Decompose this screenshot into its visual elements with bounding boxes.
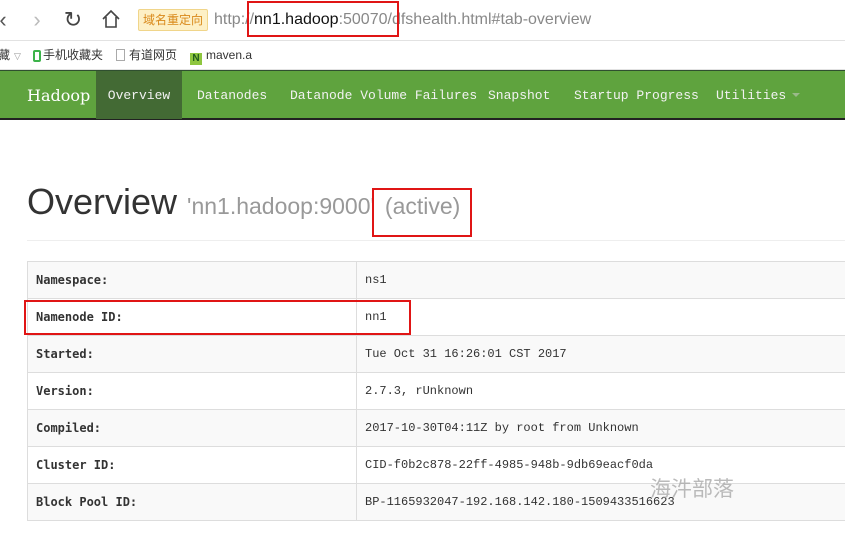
url-input[interactable]: http://nn1.hadoop:50070/dfshealth.html#t… [214, 9, 591, 31]
row-key: Compiled: [27, 409, 357, 447]
back-icon[interactable]: ‹ [0, 8, 12, 32]
bookmark-label: 手机收藏夹 [43, 48, 104, 62]
overview-table: Namespace: ns1 Namenode ID: nn1 Started: Tue … [27, 261, 845, 521]
row-key: Cluster ID: [27, 446, 357, 484]
caret-down-icon [792, 93, 801, 97]
tab-utilities-label: Utilities [716, 88, 787, 103]
bookmark-maven[interactable]: Nmaven.a [190, 41, 252, 69]
table-row: Cluster ID: CID-f0b2c878-22ff-4985-948b-9… [27, 446, 845, 484]
table-row: Compiled: 2017-10-30T04:11Z by root from … [27, 409, 845, 447]
row-value: Tue Oct 31 16:26:01 CST 2017 [356, 335, 845, 373]
chevron-down-icon: ▽ [14, 51, 21, 61]
row-value: 2.7.3, rUnknown [356, 372, 845, 410]
bookmark-favorites[interactable]: 藏 ▽ [0, 41, 21, 69]
bookmarks-bar: 藏 ▽ 手机收藏夹 有道网页 Nmaven.a [0, 41, 845, 70]
row-key: Started: [27, 335, 357, 373]
row-key: Namespace: [27, 261, 357, 299]
row-value: ns1 [356, 261, 845, 299]
bookmark-label: 藏 [0, 48, 11, 62]
row-value: nn1 [356, 298, 845, 336]
brand-logo[interactable]: Hadoop [27, 71, 90, 119]
page-title: Overview 'nn1.hadoop:9000' (active) [27, 182, 845, 226]
url-path: /dfshealth.html#tab-overview [387, 11, 592, 28]
row-value: BP-1165932047-192.168.142.180-1509433516… [356, 483, 845, 521]
row-key: Version: [27, 372, 357, 410]
bookmark-mobile[interactable]: 手机收藏夹 [33, 41, 103, 69]
namenode-host: 'nn1.hadoop:9000' [187, 193, 375, 219]
table-row: Namespace: ns1 [27, 261, 845, 299]
table-row: Namenode ID: nn1 [27, 298, 845, 336]
reload-icon[interactable]: ↻ [60, 8, 86, 32]
bookmark-label: 有道网页 [129, 48, 178, 62]
browser-address-bar: ‹ › ↻ 域名重定向 http://nn1.hadoop:50070/dfsh… [0, 0, 845, 41]
row-key: Namenode ID: [27, 298, 357, 336]
tab-startup-progress[interactable]: Startup Progress [574, 71, 699, 119]
tab-overview[interactable]: Overview [96, 71, 182, 119]
tab-snapshot[interactable]: Snapshot [488, 71, 550, 119]
page-header: Overview 'nn1.hadoop:9000' (active) [27, 182, 845, 241]
tab-datanodes[interactable]: Datanodes [197, 71, 267, 119]
bookmark-youdao[interactable]: 有道网页 [116, 41, 177, 69]
url-port: :50070 [338, 11, 388, 28]
redirect-badge[interactable]: 域名重定向 [138, 9, 209, 31]
bookmark-label: maven.a [206, 48, 253, 62]
tab-datanode-volume-failures[interactable]: Datanode Volume Failures [290, 71, 477, 119]
url-scheme: http:// [214, 11, 255, 28]
table-row: Version: 2.7.3, rUnknown [27, 372, 845, 410]
url-host: nn1.hadoop [254, 11, 339, 28]
table-row: Block Pool ID: BP-1165932047-192.168.142.… [27, 483, 845, 521]
maven-icon: N [190, 53, 202, 65]
title-text: Overview [27, 181, 178, 222]
home-icon[interactable] [98, 8, 124, 32]
forward-icon[interactable]: › [28, 8, 46, 32]
mobile-icon [33, 50, 41, 62]
row-value: 2017-10-30T04:11Z by root from Unknown [356, 409, 845, 447]
row-key: Block Pool ID: [27, 483, 357, 521]
tab-utilities[interactable]: Utilities [716, 71, 801, 119]
page-icon [116, 49, 125, 61]
row-value: CID-f0b2c878-22ff-4985-948b-9db69eacf0da [356, 446, 845, 484]
namenode-state: (active) [384, 193, 461, 219]
hadoop-navbar: Hadoop Overview Datanodes Datanode Volum… [0, 70, 845, 120]
table-row: Started: Tue Oct 31 16:26:01 CST 2017 [27, 335, 845, 373]
